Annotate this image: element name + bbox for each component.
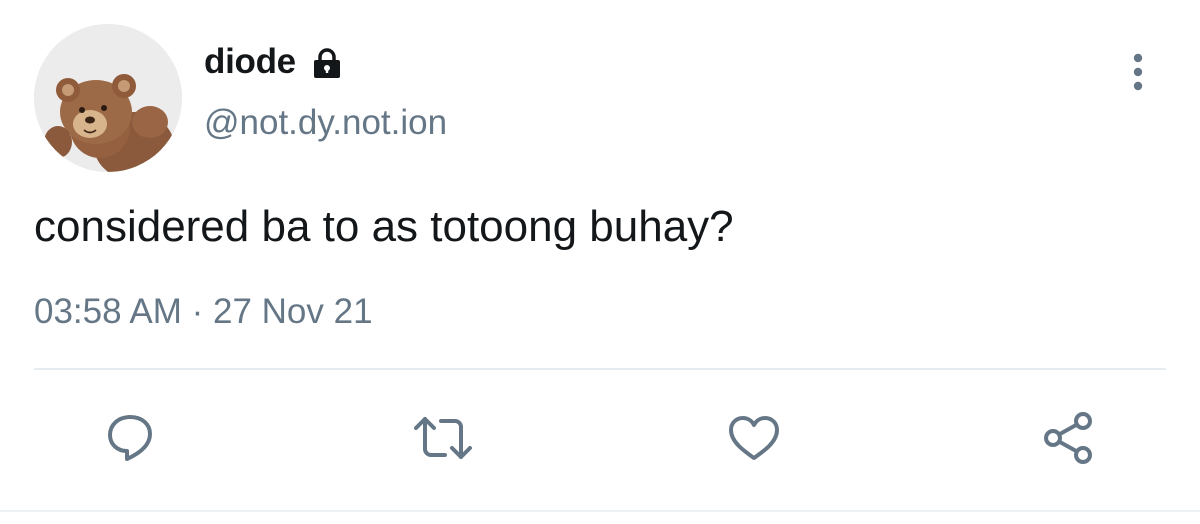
avatar[interactable] bbox=[34, 24, 182, 172]
user-handle[interactable]: @not.dy.not.ion bbox=[204, 103, 447, 143]
bottom-divider bbox=[0, 510, 1200, 512]
teddy-bear-image bbox=[34, 24, 182, 172]
divider bbox=[34, 368, 1166, 370]
more-options-button[interactable] bbox=[1118, 48, 1158, 96]
reply-icon bbox=[108, 415, 152, 461]
name-row: diode bbox=[204, 40, 342, 84]
tweet-timestamp: 03:58 AM · 27 Nov 21 bbox=[34, 292, 373, 332]
display-name[interactable]: diode bbox=[204, 42, 296, 82]
retweet-icon bbox=[414, 417, 472, 459]
lock-icon bbox=[312, 47, 342, 79]
share-icon bbox=[1044, 412, 1092, 464]
tweet-text: considered ba to as totoong buhay? bbox=[34, 202, 734, 251]
like-button[interactable] bbox=[722, 406, 786, 470]
share-button[interactable] bbox=[1036, 406, 1100, 470]
tweet-time: 03:58 AM bbox=[34, 292, 182, 331]
tweet-date: 27 Nov 21 bbox=[213, 292, 373, 331]
timestamp-separator: · bbox=[181, 292, 213, 331]
retweet-button[interactable] bbox=[411, 406, 475, 470]
more-vertical-icon bbox=[1133, 53, 1143, 91]
reply-button[interactable] bbox=[98, 406, 162, 470]
heart-icon bbox=[729, 416, 779, 460]
